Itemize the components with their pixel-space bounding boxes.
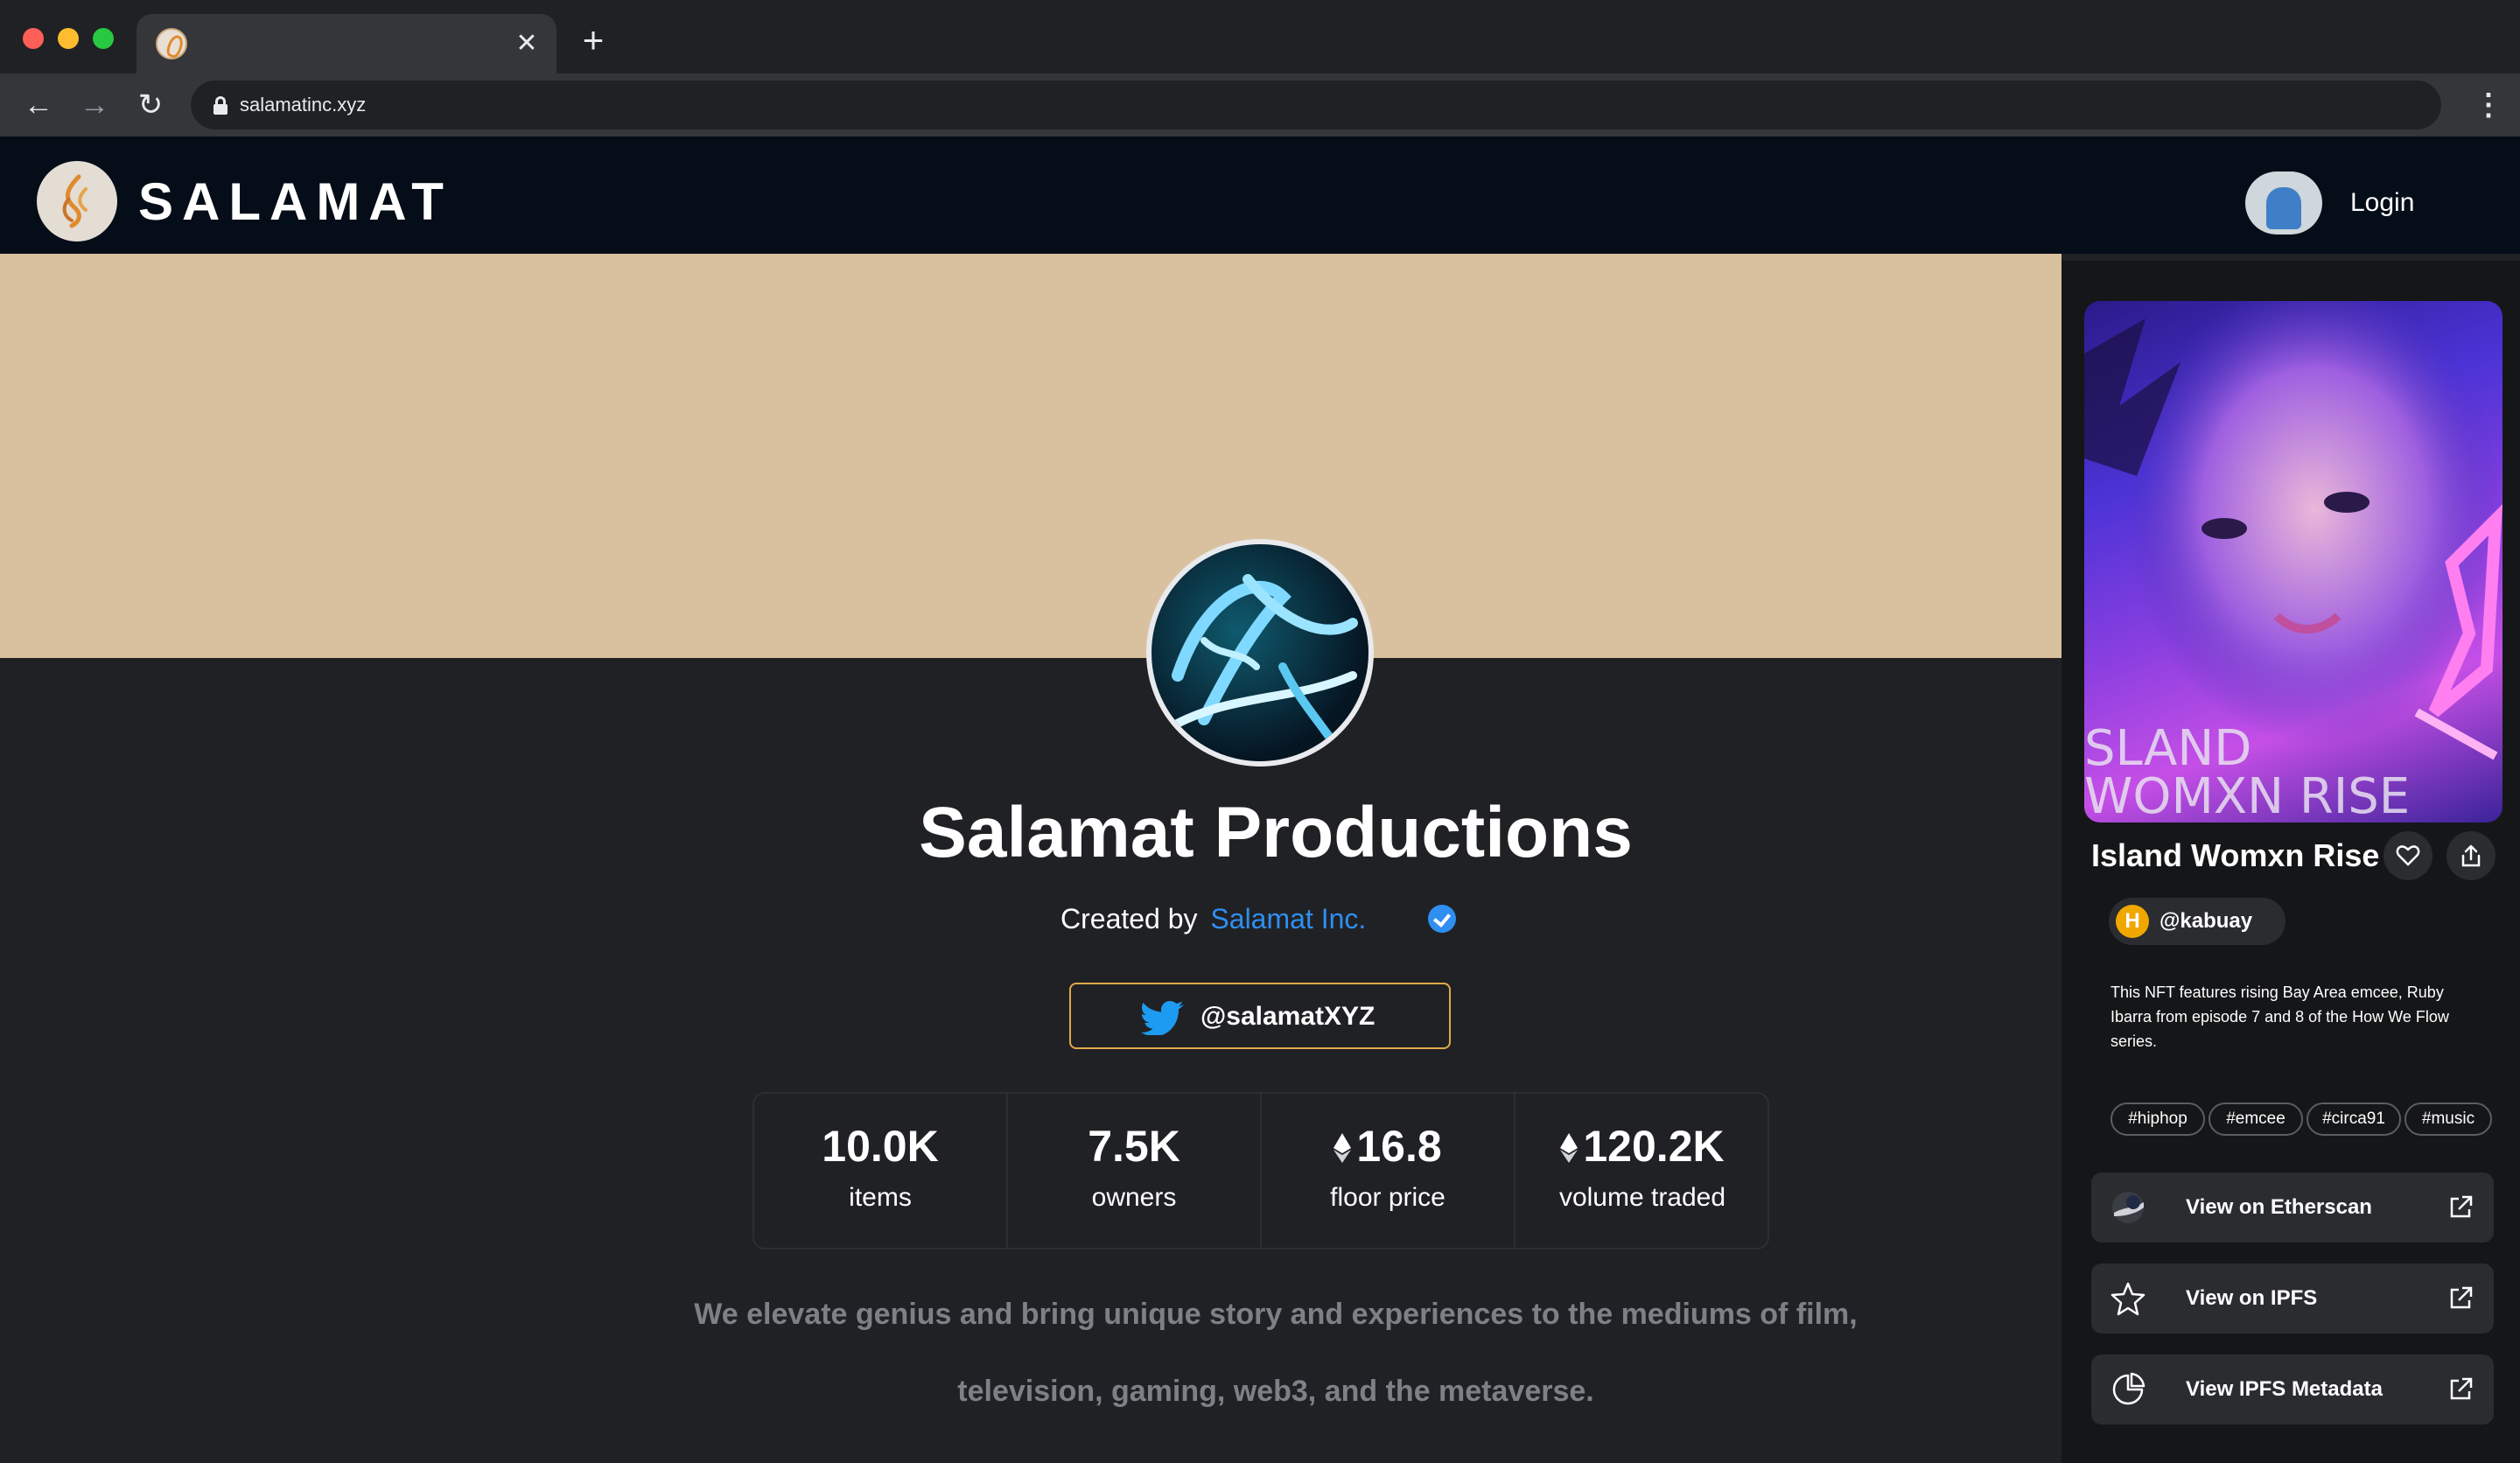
collection-banner <box>0 254 2062 658</box>
collection-description: We elevate genius and bring unique story… <box>665 1276 1886 1430</box>
lock-icon <box>214 96 228 115</box>
creator-link[interactable]: Salamat Inc. <box>1210 903 1366 934</box>
twitter-button[interactable]: @salamatXYZ <box>1069 983 1451 1049</box>
description-line: We elevate genius and bring unique story… <box>694 1298 1858 1331</box>
pie-chart-icon <box>2112 1372 2146 1405</box>
browser-toolbar: ← → ↻ salamatinc.xyz ⋮ <box>0 74 2520 136</box>
stat-items: 10.0K items <box>754 1094 1008 1248</box>
browser-menu-icon[interactable]: ⋮ <box>2473 86 2504 124</box>
forward-button[interactable]: → <box>77 88 112 122</box>
view-on-ipfs-button[interactable]: View on IPFS <box>2091 1264 2494 1334</box>
salamat-logo-icon[interactable] <box>37 161 117 242</box>
external-link-icon <box>2450 1377 2473 1400</box>
view-ipfs-metadata-button[interactable]: View IPFS Metadata <box>2091 1354 2494 1424</box>
tag-chip[interactable]: #emcee <box>2208 1102 2303 1136</box>
nft-image-text: WOMXN RISE <box>2084 768 2410 822</box>
heart-icon <box>2396 845 2420 866</box>
stat-label: volume traded <box>1558 1183 1726 1212</box>
window-maximize-button[interactable] <box>93 28 114 49</box>
stat-value: 10.0K <box>822 1122 939 1171</box>
etherscan-icon <box>2112 1192 2144 1223</box>
external-link-icon <box>2450 1286 2473 1309</box>
creator-avatar: H <box>2116 905 2149 938</box>
star-icon <box>2110 1282 2146 1316</box>
tab-close-icon[interactable]: ✕ <box>511 28 542 60</box>
collection-avatar <box>1146 539 1374 766</box>
twitter-handle: @salamatXYZ <box>1200 1002 1376 1031</box>
creator-handle: @kabuay <box>2160 909 2253 933</box>
ethereum-icon <box>1560 1133 1578 1163</box>
window-minimize-button[interactable] <box>58 28 79 49</box>
share-icon <box>2461 844 2481 867</box>
created-by-line: Created by Salamat Inc. <box>1060 901 1366 936</box>
stat-label: items <box>849 1183 912 1212</box>
login-button[interactable]: Login <box>2350 187 2414 219</box>
collection-page: Salamat Productions Created by Salamat I… <box>0 254 2062 1463</box>
stat-value-wrap: 16.8 <box>1262 1120 1514 1172</box>
verified-badge-icon <box>1428 905 1456 933</box>
tag-chip[interactable]: #circa91 <box>2306 1102 2401 1136</box>
nft-title: Island Womxn Rise <box>2091 837 2380 873</box>
description-line: television, gaming, web3, and the metave… <box>957 1375 1594 1408</box>
nft-description: This NFT features rising Bay Area emcee,… <box>2110 984 2449 1050</box>
reload-button[interactable]: ↻ <box>133 88 168 122</box>
link-label: View on IPFS <box>2186 1286 2318 1310</box>
stat-value: 16.8 <box>1356 1122 1442 1171</box>
tag-chip[interactable]: #hiphop <box>2110 1102 2205 1136</box>
tag-chip[interactable]: #music <box>2404 1102 2492 1136</box>
stat-owners: 7.5K owners <box>1008 1094 1262 1248</box>
created-by-label: Created by <box>1060 903 1198 934</box>
stat-floor-price: 16.8 floor price <box>1262 1094 1516 1248</box>
url-text[interactable]: salamatinc.xyz <box>240 93 366 117</box>
new-tab-button[interactable]: + <box>574 22 612 61</box>
view-on-etherscan-button[interactable]: View on Etherscan <box>2091 1172 2494 1242</box>
nft-creator-chip[interactable]: H @kabuay <box>2109 898 2286 945</box>
stat-label: owners <box>1091 1183 1177 1212</box>
avatar-character-icon <box>2266 187 2301 229</box>
nft-tags: #hiphop #emcee #circa91 #music <box>2110 1102 2513 1138</box>
ethereum-icon <box>1334 1133 1352 1163</box>
user-avatar[interactable] <box>2245 172 2322 234</box>
favicon-icon <box>156 28 187 60</box>
stat-value: 120.2K <box>1583 1122 1725 1171</box>
window-close-button[interactable] <box>23 28 44 49</box>
share-button[interactable] <box>2446 831 2496 880</box>
nft-artwork-image[interactable]: SLAND WOMXN RISE <box>2084 301 2502 822</box>
address-bar[interactable]: salamatinc.xyz <box>191 80 2441 130</box>
external-link-icon <box>2450 1195 2473 1218</box>
brand-name[interactable]: SALAMAT <box>138 172 452 233</box>
site-header: SALAMAT Login <box>0 136 2520 254</box>
back-button[interactable]: ← <box>21 88 56 122</box>
nft-detail-panel: SLAND WOMXN RISE Island Womxn Rise H @ka… <box>2062 261 2520 1463</box>
stat-value-wrap: 120.2K <box>1516 1120 1769 1172</box>
favorite-button[interactable] <box>2384 831 2432 880</box>
collection-stats: 10.0K items 7.5K owners 16.8 floor price… <box>752 1092 1769 1250</box>
link-label: View on Etherscan <box>2186 1195 2372 1219</box>
browser-tab[interactable]: ✕ <box>136 14 556 74</box>
stat-volume-traded: 120.2K volume traded <box>1516 1094 1769 1248</box>
link-label: View IPFS Metadata <box>2186 1377 2383 1401</box>
twitter-icon <box>1141 1001 1184 1035</box>
stat-label: floor price <box>1330 1183 1446 1212</box>
stat-value: 7.5K <box>1088 1122 1180 1171</box>
browser-tab-bar: ✕ + <box>0 0 2520 74</box>
